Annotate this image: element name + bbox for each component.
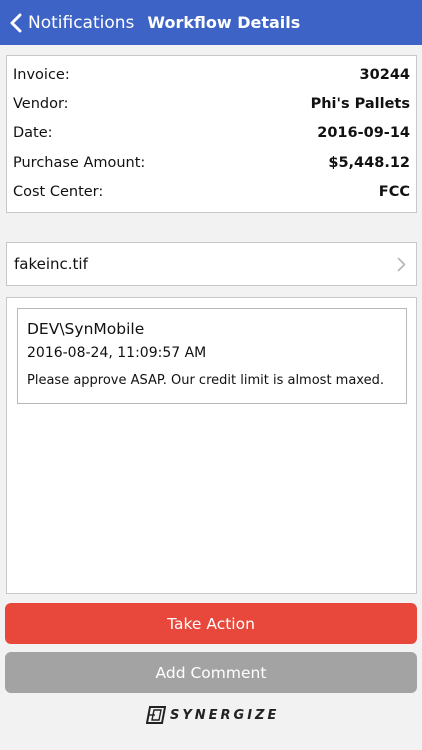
detail-value: FCC [378,183,410,200]
detail-value: 2016-09-14 [317,125,410,142]
invoice-details-card: Invoice: 30244 Vendor: Phi's Pallets Dat… [6,55,417,213]
detail-row-invoice: Invoice: 30244 [13,60,410,89]
synergize-logo-icon [146,706,166,724]
synergize-logo: SYNERGIZE [146,704,279,726]
comment-text: Please approve ASAP. Our credit limit is… [27,373,384,388]
detail-label: Vendor: [13,95,69,112]
back-button[interactable]: Notifications [0,0,134,45]
take-action-button[interactable]: Take Action [5,603,417,644]
back-label: Notifications [28,12,135,33]
logo-wordmark: SYNERGIZE [170,707,280,723]
page-title: Workflow Details [147,13,301,32]
detail-label: Cost Center: [13,183,104,200]
detail-label: Date: [13,125,53,142]
chevron-right-icon [397,257,406,272]
chevron-left-icon [10,13,22,33]
detail-row-vendor: Vendor: Phi's Pallets [13,89,410,118]
comment-author: DEV\SynMobile [27,320,145,338]
attachment-filename: fakeinc.tif [14,255,88,273]
comment-item: DEV\SynMobile 2016-08-24, 11:09:57 AM Pl… [17,308,407,404]
detail-row-cost-center: Cost Center: FCC [13,177,410,206]
detail-row-date: Date: 2016-09-14 [13,119,410,148]
detail-label: Invoice: [13,66,70,83]
detail-value: 30244 [359,66,410,83]
detail-label: Purchase Amount: [13,154,146,171]
detail-value: $5,448.12 [328,154,410,171]
attachment-row[interactable]: fakeinc.tif [6,242,417,286]
add-comment-button[interactable]: Add Comment [5,652,417,693]
detail-value: Phi's Pallets [310,95,410,112]
comments-panel: DEV\SynMobile 2016-08-24, 11:09:57 AM Pl… [6,297,417,594]
detail-row-purchase-amount: Purchase Amount: $5,448.12 [13,148,410,177]
nav-bar: Notifications Workflow Details [0,0,422,45]
comment-timestamp: 2016-08-24, 11:09:57 AM [27,345,207,361]
